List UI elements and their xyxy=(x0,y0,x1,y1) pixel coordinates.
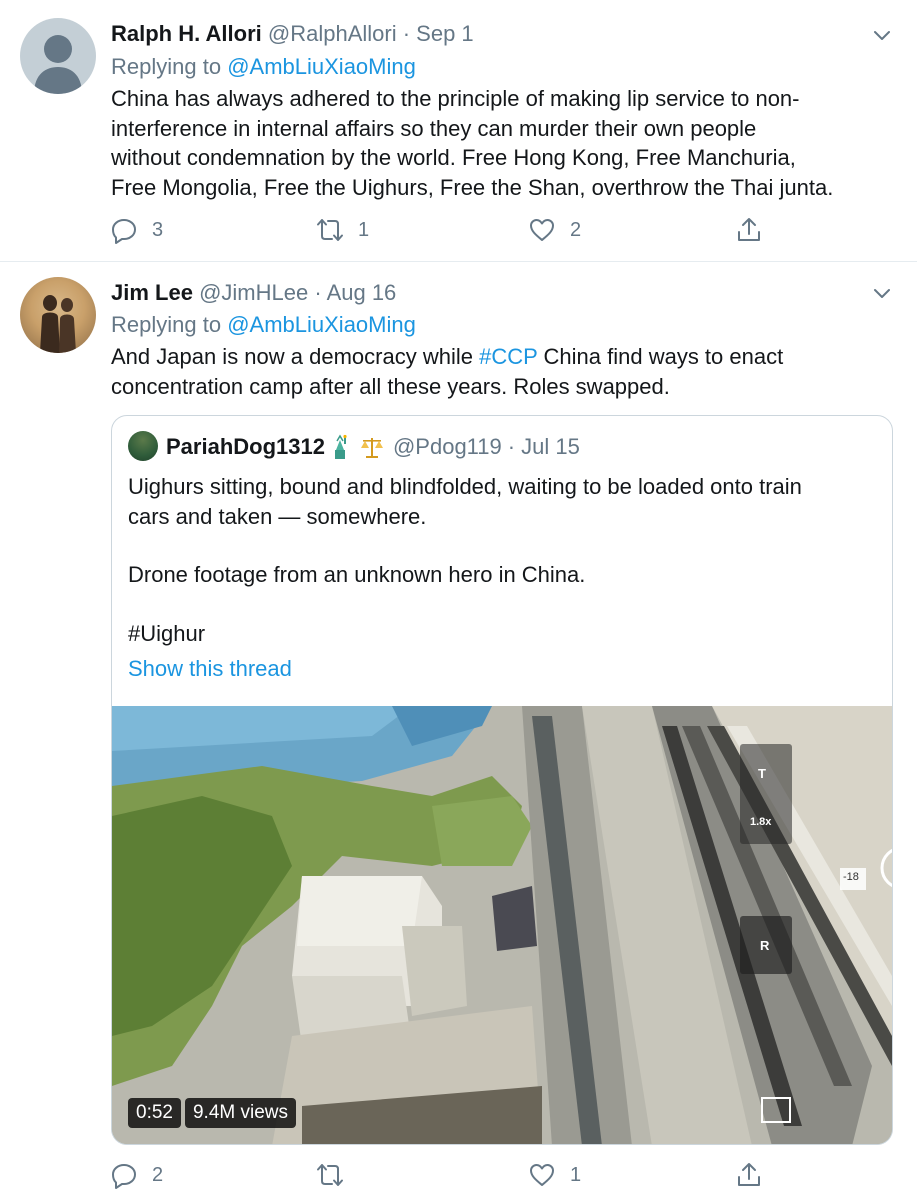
quoted-tweet-header: PariahDog1312 @Pdog119 · Jul 15 xyxy=(166,434,580,460)
quoted-tweet[interactable]: PariahDog1312 @Pdog119 · Jul 15 Uighurs … xyxy=(111,415,893,1145)
quoted-tweet-text: Uighurs sitting, bound and blindfolded, … xyxy=(128,472,878,648)
like-count: 1 xyxy=(570,1163,582,1186)
replying-to-prefix: Replying to xyxy=(111,54,222,79)
tweet-text-line: concentration camp after all these years… xyxy=(111,373,670,399)
quoted-handle[interactable]: @Pdog119 xyxy=(393,434,502,460)
statue-of-liberty-emoji-icon xyxy=(334,434,347,459)
share-icon xyxy=(738,1163,760,1186)
share-button[interactable] xyxy=(735,1158,763,1192)
tweet-header: Ralph H. Allori @RalphAllori · Sep 1 xyxy=(111,21,474,47)
tweet-text-line: And Japan is now a democracy while #CCP … xyxy=(111,342,901,372)
drone-overlay-number: -18 xyxy=(843,871,859,883)
tweet-text-line: Free Mongolia, Free the Uighurs, Free th… xyxy=(111,174,834,200)
reply-count: 2 xyxy=(152,1163,164,1186)
replying-to-prefix: Replying to xyxy=(111,312,222,337)
tweet-text-line: without condemnation by the world. Free … xyxy=(111,145,796,170)
mention-link[interactable]: @AmbLiuXiaoMing xyxy=(227,312,416,337)
video-thumbnail xyxy=(112,706,892,1144)
separator: · xyxy=(507,434,516,459)
display-name[interactable]: Jim Lee xyxy=(111,280,193,305)
drone-overlay-zoom: 1.8x xyxy=(750,816,772,828)
scales-emoji-icon xyxy=(360,438,383,458)
timestamp[interactable]: Sep 1 xyxy=(416,21,474,46)
quoted-text-line: Drone footage from an unknown hero in Ch… xyxy=(128,562,586,587)
quoted-timestamp[interactable]: Jul 15 xyxy=(521,434,580,460)
retweet-button[interactable]: 1 xyxy=(316,213,369,247)
replying-to: Replying to @AmbLiuXiaoMing xyxy=(111,312,416,338)
share-button[interactable] xyxy=(735,213,763,247)
default-avatar-icon xyxy=(34,35,82,94)
retweet-icon xyxy=(317,219,343,241)
quoted-text-line: Uighurs sitting, bound and blindfolded, … xyxy=(128,474,802,499)
like-icon xyxy=(530,1164,554,1186)
tweet-text-line: China has always adhered to the principl… xyxy=(111,86,800,111)
quoted-text-line: cars and taken — somewhere. xyxy=(128,503,427,529)
tweet-jim-lee[interactable]: Jim Lee @JimHLee · Aug 16 Replying to @A… xyxy=(0,262,917,1200)
like-button[interactable]: 1 xyxy=(528,1158,581,1192)
video-player[interactable]: T 1.8x R -18 0:52 9.4M views xyxy=(112,706,892,1144)
separator: · xyxy=(314,280,322,305)
hashtag-link[interactable]: #CCP xyxy=(479,344,537,369)
reply-button[interactable]: 2 xyxy=(110,1158,163,1192)
handle[interactable]: @RalphAllori xyxy=(268,21,397,46)
display-name[interactable]: Ralph H. Allori xyxy=(111,21,262,46)
tweet-text: China has always adhered to the principl… xyxy=(111,84,901,202)
reply-count: 3 xyxy=(152,218,164,241)
handle[interactable]: @JimHLee xyxy=(199,280,308,305)
quoted-avatar[interactable] xyxy=(128,431,158,461)
drone-overlay-t: T xyxy=(758,766,766,781)
avatar[interactable] xyxy=(20,277,96,353)
share-icon xyxy=(738,218,760,241)
video-badge: 0:52 9.4M views xyxy=(128,1098,297,1128)
reply-icon xyxy=(112,1164,136,1189)
video-views: 9.4M views xyxy=(184,1098,297,1128)
chevron-down-icon[interactable] xyxy=(873,26,891,44)
like-button[interactable]: 2 xyxy=(528,213,581,247)
hashtag-text[interactable]: #Uighur xyxy=(128,619,878,649)
show-thread-link[interactable]: Show this thread xyxy=(128,656,292,682)
reply-icon xyxy=(112,219,136,244)
avatar[interactable] xyxy=(20,18,96,94)
like-icon xyxy=(530,219,554,241)
tweet-header: Jim Lee @JimHLee · Aug 16 xyxy=(111,280,396,306)
timestamp[interactable]: Aug 16 xyxy=(327,280,397,305)
retweet-count: 1 xyxy=(358,218,370,241)
tweet-ralph-allori[interactable]: Ralph H. Allori @RalphAllori · Sep 1 Rep… xyxy=(0,0,917,262)
like-count: 2 xyxy=(570,218,582,241)
avatar-photo-image xyxy=(40,295,76,353)
video-duration: 0:52 xyxy=(128,1098,181,1128)
reply-button[interactable]: 3 xyxy=(110,213,163,247)
drone-overlay-r: R xyxy=(760,938,770,953)
quoted-display-name[interactable]: PariahDog1312 xyxy=(166,434,325,460)
tweet-text-line: interference in internal affairs so they… xyxy=(111,115,757,141)
replying-to: Replying to @AmbLiuXiaoMing xyxy=(111,54,416,80)
tweet-actions: 2 1 xyxy=(110,1158,770,1192)
tweet-actions: 3 1 2 xyxy=(110,213,770,247)
mention-link[interactable]: @AmbLiuXiaoMing xyxy=(227,54,416,79)
tweet-text-fragment: And Japan is now a democracy while xyxy=(111,344,473,369)
retweet-icon xyxy=(317,1164,343,1186)
retweet-button[interactable] xyxy=(316,1158,358,1192)
tweet-text: And Japan is now a democracy while #CCP … xyxy=(111,342,901,401)
tweet-text-fragment: China find ways to enact xyxy=(543,344,784,369)
chevron-down-icon[interactable] xyxy=(873,284,891,302)
separator: · xyxy=(402,21,411,46)
